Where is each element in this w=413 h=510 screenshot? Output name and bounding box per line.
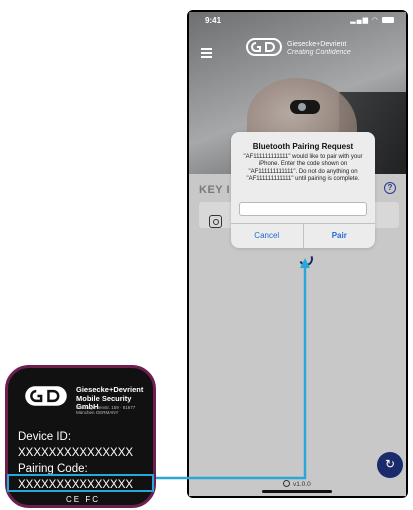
dialog-title: Bluetooth Pairing Request: [252, 142, 354, 151]
device-id-value: XXXXXXXXXXXXXXX: [18, 447, 134, 459]
info-icon: [283, 480, 290, 487]
bluetooth-pairing-dialog: Bluetooth Pairing Request "AF11111111111…: [231, 132, 375, 248]
hero-device: [290, 100, 320, 114]
pairing-code-input[interactable]: [239, 202, 367, 216]
device-id-label: Device ID:: [18, 431, 72, 443]
status-time: 9:41: [205, 16, 222, 25]
gd-logo: [25, 386, 67, 406]
key-icon: [209, 215, 222, 228]
pair-button[interactable]: Pair: [302, 224, 376, 248]
header-brand-line2: Creating Confidence: [287, 49, 351, 56]
home-indicator: [262, 490, 332, 493]
dialog-buttons: Cancel Pair: [231, 223, 375, 248]
phone-frame: 9:41 ▂▄▆ ◠ Giesecke+Devrient Creating Co…: [187, 10, 408, 498]
status-icons: ▂▄▆ ◠: [350, 16, 394, 24]
dialog-message: "AF111111111111" would like to pair with…: [243, 154, 363, 183]
status-bar: 9:41 ▂▄▆ ◠: [189, 12, 406, 30]
refresh-icon[interactable]: ↻: [377, 452, 403, 478]
cancel-button[interactable]: Cancel: [231, 224, 303, 248]
card-small-print: Prinzregentenstr. 159 · 81677 München GE…: [76, 405, 136, 415]
spinner-icon: [297, 250, 315, 268]
header-brand-line1: Giesecke+Devrient: [287, 41, 347, 48]
help-icon[interactable]: ?: [384, 182, 396, 194]
version-text: v1.0.0: [293, 481, 311, 488]
certification-marks: CE FC: [66, 495, 100, 504]
menu-icon[interactable]: [201, 48, 212, 58]
battery-icon: [382, 17, 394, 24]
canvas: 9:41 ▂▄▆ ◠ Giesecke+Devrient Creating Co…: [0, 0, 413, 510]
key-section-title: KEY I: [199, 184, 231, 196]
header-brand: Giesecke+Devrient Creating Confidence: [287, 41, 351, 57]
pairing-code-highlight: [7, 474, 154, 492]
app-version: v1.0.0: [283, 480, 311, 488]
gd-logo: [246, 38, 282, 56]
phone-screen: 9:41 ▂▄▆ ◠ Giesecke+Devrient Creating Co…: [189, 12, 406, 496]
